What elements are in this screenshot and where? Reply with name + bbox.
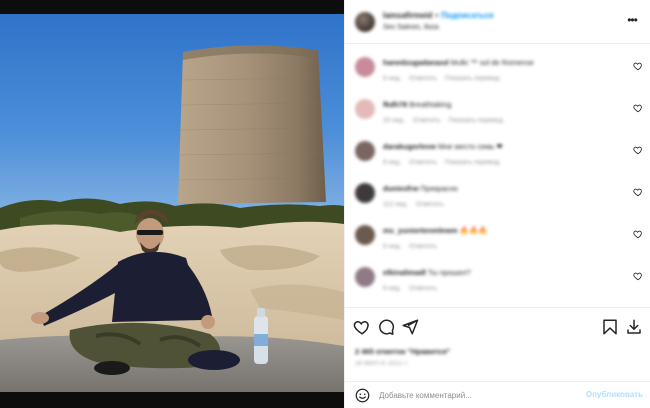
comment-time: 112 нед. (383, 201, 408, 208)
follow-button[interactable]: Подписаться (441, 11, 493, 20)
post-username[interactable]: lamsafirmeid (383, 11, 432, 20)
comment-username[interactable]: hanedzugadanasd (383, 58, 448, 67)
comment-input[interactable] (379, 386, 569, 404)
comment-text: fkdh78 Breathtaking (383, 100, 451, 109)
translate-button[interactable]: Показать перевод (445, 75, 499, 82)
comment-item: fkdh78 Breathtaking 20 нед. Ответить Показ… (345, 93, 650, 133)
comment-username[interactable]: duniesfrw (383, 184, 418, 193)
heart-icon[interactable] (633, 145, 643, 155)
avatar[interactable] (355, 99, 375, 119)
heart-icon[interactable] (353, 318, 371, 336)
share-icon[interactable] (401, 318, 419, 336)
comment-item: hanedzugadanasd Mulki ™ sol de Romense 6… (345, 51, 650, 91)
comment-username[interactable]: darakugorlevw (383, 142, 436, 151)
comment-time: 20 нед. (383, 117, 405, 124)
comment-text: ms_yuniortenmlewm 🔥🔥🔥 (383, 226, 488, 235)
heart-icon[interactable] (633, 229, 643, 239)
avatar[interactable] (355, 57, 375, 77)
avatar[interactable] (355, 141, 375, 161)
comment-body: Мне место семь ❤ (438, 142, 503, 151)
add-comment-bar: Опубликовать (345, 381, 650, 408)
avatar[interactable] (355, 12, 375, 32)
comment-time: 6 нед. (383, 75, 402, 82)
comment-icon[interactable] (377, 318, 395, 336)
avatar[interactable] (355, 183, 375, 203)
comments-list[interactable]: hanedzugadanasd Mulki ™ sol de Romense 6… (345, 45, 650, 307)
comment-username[interactable]: fkdh78 (383, 100, 407, 109)
emoji-icon[interactable] (355, 388, 370, 403)
reply-button[interactable]: Ответить (409, 285, 437, 292)
reply-button[interactable]: Ответить (413, 117, 441, 124)
post-author: lamsafirmeid • Подписаться (383, 11, 494, 20)
comment-time: 6 нед. (383, 285, 402, 292)
post-photo[interactable] (0, 0, 344, 408)
reply-button[interactable]: Ответить (409, 243, 437, 250)
likes-count[interactable]: 2 465 отметок "Нравится" (355, 347, 450, 356)
comment-username[interactable]: elkinalimadl (383, 268, 426, 277)
publish-button[interactable]: Опубликовать (586, 390, 643, 399)
comment-time: 6 нед. (383, 159, 402, 166)
comment-body: 🔥🔥🔥 (459, 226, 488, 235)
heart-icon[interactable] (633, 271, 643, 281)
download-icon[interactable] (625, 318, 643, 336)
post-date: 29 МАРТА 2021 Г. (355, 361, 410, 367)
avatar[interactable] (355, 225, 375, 245)
post-actions: 2 465 отметок "Нравится" 29 МАРТА 2021 Г… (345, 307, 650, 381)
heart-icon[interactable] (633, 187, 643, 197)
comment-text: duniesfrw Прекрасно (383, 184, 458, 193)
more-icon[interactable]: ••• (625, 13, 639, 27)
translate-button[interactable]: Показать перевод (445, 159, 499, 166)
comment-body: Breathtaking (409, 100, 452, 109)
comment-meta: 6 нед. Ответить (383, 285, 445, 292)
comment-time: 6 нед. (383, 243, 402, 250)
heart-icon[interactable] (633, 103, 643, 113)
comment-username[interactable]: ms_yuniortenmlewm (383, 226, 458, 235)
heart-icon[interactable] (633, 61, 643, 71)
comment-text: elkinalimadl Ты прошел? (383, 268, 471, 277)
post-header: lamsafirmeid • Подписаться Ses Salines, Ib… (345, 0, 650, 44)
comment-body: Ты прошел? (428, 268, 471, 277)
comment-item: duniesfrw Прекрасно 112 нед. Ответить (345, 177, 650, 217)
bookmark-icon[interactable] (601, 318, 619, 336)
reply-button[interactable]: Ответить (409, 75, 437, 82)
reply-button[interactable]: Ответить (416, 201, 444, 208)
comment-meta: 6 нед. Ответить Показать перевод (383, 75, 507, 82)
post-panel: lamsafirmeid • Подписаться Ses Salines, Ib… (344, 0, 650, 408)
comment-text: darakugorlevw Мне место семь ❤ (383, 142, 503, 151)
comment-item: elkinalimadl Ты прошел? 6 нед. Ответить (345, 261, 650, 301)
comment-body: Прекрасно (420, 184, 458, 193)
comment-item: ms_yuniortenmlewm 🔥🔥🔥 6 нед. Ответить (345, 219, 650, 259)
comment-meta: 20 нед. Ответить Показать перевод (383, 117, 511, 124)
comment-meta: 6 нед. Ответить (383, 243, 445, 250)
reply-button[interactable]: Ответить (409, 159, 437, 166)
translate-button[interactable]: Показать перевод (449, 117, 503, 124)
comment-meta: 112 нед. Ответить (383, 201, 452, 208)
comment-text: hanedzugadanasd Mulki ™ sol de Romense (383, 58, 534, 67)
post-image (0, 0, 344, 408)
comment-item: darakugorlevw Мне место семь ❤ 6 нед. Отв… (345, 135, 650, 175)
comment-body: Mulki ™ sol de Romense (450, 58, 534, 67)
avatar[interactable] (355, 267, 375, 287)
post-location[interactable]: Ses Salines, Ibiza (383, 24, 439, 31)
comment-meta: 6 нед. Ответить Показать перевод (383, 159, 507, 166)
